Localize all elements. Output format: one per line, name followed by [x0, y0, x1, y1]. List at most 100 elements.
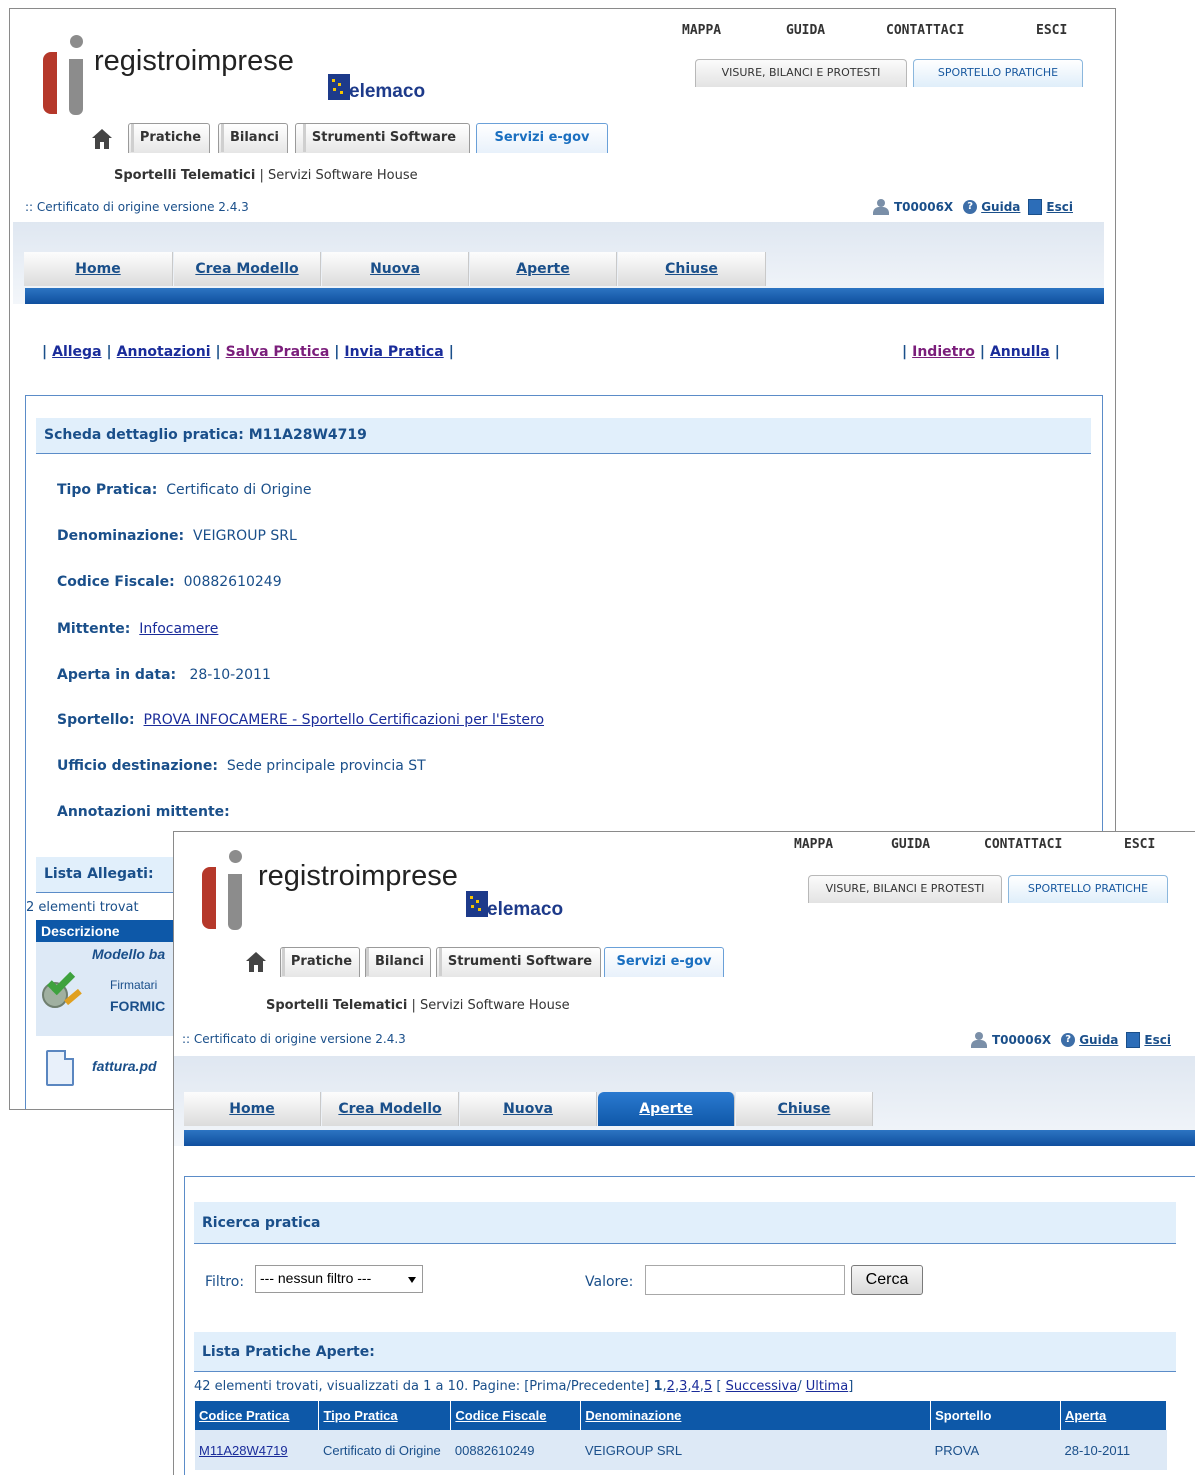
guida-link[interactable]: Guida	[981, 200, 1020, 214]
chevron-down-icon	[408, 1277, 416, 1283]
tab-bilanci[interactable]: Bilanci	[218, 123, 288, 153]
cell-codice-fiscale: 00882610249	[450, 1430, 581, 1470]
help-icon-2[interactable]: ?	[1061, 1033, 1076, 1047]
field-aperta-in-data: Aperta in data: 28-10-2011	[57, 667, 271, 683]
user-icon	[872, 199, 890, 215]
main-nav-band-2: Home Crea Modello Nuova Aperte Chiuse	[174, 1056, 1195, 1146]
col-codice-pratica[interactable]: Codice Pratica	[195, 1401, 320, 1430]
allegato1-name: FORMIC	[110, 998, 166, 1014]
top-link-esci[interactable]: ESCI	[1036, 23, 1067, 38]
home-icon[interactable]	[92, 129, 112, 149]
exit-icon-2[interactable]	[1126, 1032, 1141, 1048]
main-tab-crea-modello[interactable]: Crea Modello	[174, 252, 321, 286]
page-link-4[interactable]: 4	[692, 1379, 700, 1394]
top-link-guida-2[interactable]: GUIDA	[891, 837, 930, 852]
cell-denominazione: VEIGROUP SRL	[580, 1430, 931, 1470]
main-tab-nuova[interactable]: Nuova	[322, 252, 469, 286]
main-tab-home[interactable]: Home	[24, 252, 173, 286]
tab-bilanci-2[interactable]: Bilanci	[365, 947, 431, 977]
main-tab-nuova-2[interactable]: Nuova	[460, 1092, 597, 1126]
top-link-esci-2[interactable]: ESCI	[1124, 837, 1155, 852]
invia-pratica-link[interactable]: Invia Pratica	[344, 344, 443, 360]
field-mittente: Mittente: Infocamere	[57, 621, 219, 637]
col-aperta[interactable]: Aperta	[1060, 1401, 1167, 1430]
esci-link-2[interactable]: Esci	[1144, 1033, 1171, 1047]
filtro-label: Filtro:	[205, 1274, 245, 1290]
tab-servizi-egov-2[interactable]: Servizi e-gov	[604, 947, 724, 977]
ultima-link[interactable]: Ultima	[806, 1379, 848, 1394]
main-tab-chiuse[interactable]: Chiuse	[618, 252, 766, 286]
valore-input[interactable]	[645, 1265, 845, 1295]
tab-sportello-pratiche[interactable]: SPORTELLO PRATICHE	[913, 59, 1083, 87]
ricerca-title: Ricerca pratica	[194, 1202, 1176, 1244]
col-codice-fiscale[interactable]: Codice Fiscale	[450, 1401, 582, 1430]
top-link-mappa[interactable]: MAPPA	[682, 23, 721, 38]
allega-link[interactable]: Allega	[52, 344, 101, 360]
field-annotazioni-mittente: Annotazioni mittente:	[57, 804, 230, 820]
logo-text: registroimprese	[94, 45, 294, 77]
tab-sportello-pratiche-2[interactable]: SPORTELLO PRATICHE	[1008, 875, 1168, 903]
tab-visure-bilanci-protesti[interactable]: VISURE, BILANCI E PROTESTI	[695, 59, 907, 87]
home-icon-2[interactable]	[246, 952, 266, 972]
table-row: M11A28W4719 Certificato di Origine 00882…	[195, 1430, 1167, 1470]
tab-strumenti-software-2[interactable]: Strumenti Software	[436, 947, 601, 977]
field-tipo-pratica: Tipo Pratica: Certificato di Origine	[57, 482, 312, 498]
telemaco-logo-icon	[328, 74, 350, 100]
main-tab-crea-modello-2[interactable]: Crea Modello	[322, 1092, 459, 1126]
salva-pratica-link[interactable]: Salva Pratica	[226, 344, 330, 360]
nav-blue-bar-2	[184, 1130, 1195, 1146]
guida-link-2[interactable]: Guida	[1079, 1033, 1118, 1047]
mittente-link[interactable]: Infocamere	[139, 621, 218, 637]
user-box: T00006X ? Guida Esci	[872, 199, 1073, 215]
cell-codice-pratica[interactable]: M11A28W4719	[195, 1430, 319, 1470]
main-nav-band: Home Crea Modello Nuova Aperte Chiuse	[13, 222, 1104, 304]
pratiche-table: Codice Pratica Tipo Pratica Codice Fisca…	[195, 1401, 1167, 1470]
field-ufficio-destinazione: Ufficio destinazione: Sede principale pr…	[57, 758, 426, 774]
cert-version-2: :: Certificato di origine versione 2.4.3	[182, 1032, 406, 1046]
field-sportello: Sportello: PROVA INFOCAMERE - Sportello …	[57, 712, 545, 728]
top-link-contattaci-2[interactable]: CONTATTACI	[984, 837, 1062, 852]
page-link-2[interactable]: 2	[667, 1379, 675, 1394]
exit-icon[interactable]	[1028, 199, 1043, 215]
top-link-contattaci[interactable]: CONTATTACI	[886, 23, 964, 38]
page-link-5[interactable]: 5	[704, 1379, 712, 1394]
tab-visure-bilanci-protesti-2[interactable]: VISURE, BILANCI E PROTESTI	[808, 875, 1002, 903]
top-link-guida[interactable]: GUIDA	[786, 23, 825, 38]
main-tab-aperte[interactable]: Aperte	[470, 252, 617, 286]
annulla-link[interactable]: Annulla	[990, 344, 1050, 360]
tab-servizi-egov[interactable]: Servizi e-gov	[476, 123, 608, 153]
allegato1-firmatario: Firmatari	[110, 978, 158, 992]
tab-pratiche-2[interactable]: Pratiche	[280, 947, 360, 977]
current-page: 1	[653, 1379, 663, 1394]
nav-blue-bar	[25, 288, 1104, 304]
tab-pratiche[interactable]: Pratiche	[128, 123, 210, 153]
cell-aperta: 28-10-2011	[1060, 1430, 1167, 1470]
user-code-2: T00006X	[992, 1033, 1052, 1047]
allegato2-title[interactable]: fattura.pd	[92, 1058, 157, 1074]
search-screen: MAPPA GUIDA CONTATTACI ESCI registroimpr…	[173, 831, 1195, 1475]
filtro-select[interactable]: --- nessun filtro ---	[255, 1265, 423, 1293]
col-denominazione[interactable]: Denominazione	[580, 1401, 932, 1430]
signed-document-icon	[40, 966, 82, 1012]
main-tab-aperte-2[interactable]: Aperte	[598, 1092, 735, 1126]
tab-strumenti-software[interactable]: Strumenti Software	[295, 123, 470, 153]
allegato1-title[interactable]: Modello ba	[92, 946, 165, 962]
main-tab-home-2[interactable]: Home	[184, 1092, 321, 1126]
esci-link[interactable]: Esci	[1046, 200, 1073, 214]
indietro-link[interactable]: Indietro	[912, 344, 975, 360]
subnav-sportelli-telematici-2[interactable]: Sportelli Telematici	[266, 998, 407, 1013]
subnav-servizi-software-house-2[interactable]: Servizi Software House	[420, 998, 570, 1013]
help-icon[interactable]: ?	[963, 200, 978, 214]
col-tipo-pratica[interactable]: Tipo Pratica	[318, 1401, 452, 1430]
action-links-left: | Allega | Annotazioni | Salva Pratica | Invia …	[42, 344, 454, 360]
subnav-sportelli-telematici[interactable]: Sportelli Telematici	[114, 168, 255, 183]
subnav-servizi-software-house[interactable]: Servizi Software House	[268, 168, 418, 183]
top-link-mappa-2[interactable]: MAPPA	[794, 837, 833, 852]
sportello-link[interactable]: PROVA INFOCAMERE - Sportello Certificazi…	[144, 712, 544, 728]
main-tab-chiuse-2[interactable]: Chiuse	[736, 1092, 873, 1126]
annotazioni-link[interactable]: Annotazioni	[117, 344, 211, 360]
telemaco-text-2: elemaco	[487, 899, 564, 920]
valore-label: Valore:	[585, 1274, 634, 1290]
successiva-link[interactable]: Successiva	[726, 1379, 798, 1394]
cerca-button[interactable]: Cerca	[851, 1265, 923, 1295]
